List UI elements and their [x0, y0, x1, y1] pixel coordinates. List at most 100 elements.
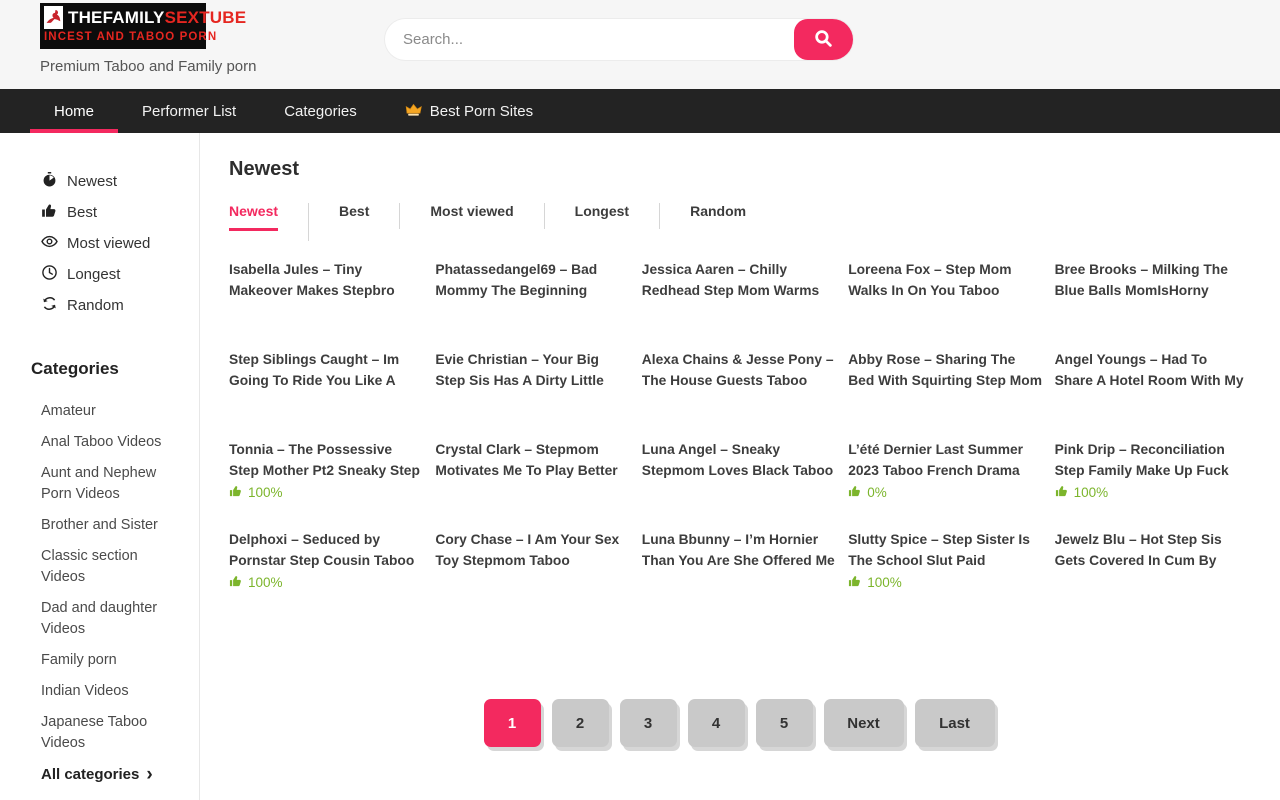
category-link-family-porn[interactable]: Family porn: [0, 650, 199, 671]
category-link-japanese-taboo[interactable]: Japanese Taboo Videos: [0, 712, 199, 754]
nav-item-best-porn-sites[interactable]: Best Porn Sites: [381, 89, 557, 133]
video-card: Evie Christian – Your Big Step Sis Has A…: [435, 349, 629, 439]
video-card: Luna Angel – Sneaky Stepmom Loves Black …: [642, 439, 836, 529]
tab-random[interactable]: Random: [690, 203, 776, 229]
video-title-link[interactable]: Delphoxi – Seduced by Pornstar Step Cous…: [229, 529, 423, 571]
thumb-up-icon: [848, 574, 862, 591]
logo-icon: [44, 6, 63, 29]
category-link-anal-taboo[interactable]: Anal Taboo Videos: [0, 432, 199, 453]
all-categories-link[interactable]: All categories ›: [0, 766, 199, 783]
category-link-indian[interactable]: Indian Videos: [0, 681, 199, 702]
tab-newest[interactable]: Newest: [229, 203, 309, 241]
sidebar-item-most-viewed[interactable]: Most viewed: [0, 228, 199, 259]
search-input[interactable]: [385, 19, 794, 60]
video-card: L’été Dernier Last Summer 2023 Taboo Fre…: [848, 439, 1042, 529]
video-card: Isabella Jules – Tiny Makeover Makes Ste…: [229, 259, 423, 349]
clock-icon: [41, 264, 58, 285]
rating-badge: 100%: [229, 484, 423, 501]
video-title-link[interactable]: Crystal Clark – Stepmom Motivates Me To …: [435, 439, 629, 481]
video-grid: Isabella Jules – Tiny Makeover Makes Ste…: [229, 259, 1249, 619]
rating-badge: 100%: [848, 574, 1042, 591]
video-title-link[interactable]: Angel Youngs – Had To Share A Hotel Room…: [1055, 349, 1249, 391]
category-link-brother-sister[interactable]: Brother and Sister: [0, 515, 199, 536]
category-link-dad-daughter[interactable]: Dad and daughter Videos: [0, 598, 199, 640]
last-page-button[interactable]: Last: [915, 699, 995, 747]
thumb-up-icon: [1055, 484, 1069, 501]
thumb-up-icon: [229, 484, 243, 501]
video-title-link[interactable]: Luna Angel – Sneaky Stepmom Loves Black …: [642, 439, 836, 481]
video-title-link[interactable]: Pink Drip – Reconciliation Step Family M…: [1055, 439, 1249, 481]
page-button-1[interactable]: 1: [484, 699, 541, 747]
rating-badge: 100%: [1055, 484, 1249, 501]
nav-item-home[interactable]: Home: [30, 89, 118, 133]
page-button-2[interactable]: 2: [552, 699, 609, 747]
stopwatch-icon: [41, 171, 58, 192]
search-button[interactable]: [794, 19, 853, 60]
video-title-link[interactable]: Evie Christian – Your Big Step Sis Has A…: [435, 349, 629, 391]
video-title-link[interactable]: Phatassedangel69 – Bad Mommy The Beginni…: [435, 259, 629, 301]
video-card: Alexa Chains & Jesse Pony – The House Gu…: [642, 349, 836, 439]
nav-item-performer-list[interactable]: Performer List: [118, 89, 260, 133]
video-title-link[interactable]: Abby Rose – Sharing The Bed With Squirti…: [848, 349, 1042, 391]
video-card: Step Siblings Caught – Im Going To Ride …: [229, 349, 423, 439]
logo-title: THEFAMILYSEXTUBE: [68, 6, 246, 29]
next-page-button[interactable]: Next: [824, 699, 904, 747]
thumb-up-icon: [229, 574, 243, 591]
video-title-link[interactable]: Bree Brooks – Milking The Blue Balls Mom…: [1055, 259, 1249, 301]
video-title-link[interactable]: Cory Chase – I Am Your Sex Toy Stepmom T…: [435, 529, 629, 571]
page-title: Newest: [229, 158, 1249, 181]
sidebar: Newest Best Most viewed Longest Random: [0, 133, 200, 800]
video-title-link[interactable]: Isabella Jules – Tiny Makeover Makes Ste…: [229, 259, 423, 301]
tab-most-viewed[interactable]: Most viewed: [430, 203, 544, 229]
sidebar-item-longest[interactable]: Longest: [0, 259, 199, 290]
rating-badge: 100%: [229, 574, 423, 591]
video-title-link[interactable]: Step Siblings Caught – Im Going To Ride …: [229, 349, 423, 391]
video-title-link[interactable]: Tonnia – The Possessive Step Mother Pt2 …: [229, 439, 423, 481]
video-card: Loreena Fox – Step Mom Walks In On You T…: [848, 259, 1042, 349]
rating-badge: 0%: [848, 484, 1042, 501]
video-card: Delphoxi – Seduced by Pornstar Step Cous…: [229, 529, 423, 619]
sidebar-item-newest[interactable]: Newest: [0, 166, 199, 197]
video-card: Crystal Clark – Stepmom Motivates Me To …: [435, 439, 629, 529]
video-title-link[interactable]: Luna Bbunny – I’m Hornier Than You Are S…: [642, 529, 836, 571]
video-title-link[interactable]: Jewelz Blu – Hot Step Sis Gets Covered I…: [1055, 529, 1249, 571]
main-nav: Home Performer List Categories Best Porn…: [0, 89, 1280, 133]
site-logo[interactable]: THEFAMILYSEXTUBE INCEST AND TABOO PORN: [40, 3, 206, 49]
sidebar-item-best[interactable]: Best: [0, 197, 199, 228]
video-title-link[interactable]: Loreena Fox – Step Mom Walks In On You T…: [848, 259, 1042, 301]
video-card: Cory Chase – I Am Your Sex Toy Stepmom T…: [435, 529, 629, 619]
eye-icon: [41, 233, 58, 254]
pagination: 1 2 3 4 5 Next Last: [229, 699, 1249, 747]
logo-subtitle: INCEST AND TABOO PORN: [44, 31, 200, 43]
video-card: Pink Drip – Reconciliation Step Family M…: [1055, 439, 1249, 529]
page-button-4[interactable]: 4: [688, 699, 745, 747]
video-title-link[interactable]: Alexa Chains & Jesse Pony – The House Gu…: [642, 349, 836, 391]
video-card: Jessica Aaren – Chilly Redhead Step Mom …: [642, 259, 836, 349]
search-bar: [385, 19, 853, 60]
site-tagline: Premium Taboo and Family porn: [40, 58, 257, 75]
video-title-link[interactable]: Jessica Aaren – Chilly Redhead Step Mom …: [642, 259, 836, 301]
video-card: Phatassedangel69 – Bad Mommy The Beginni…: [435, 259, 629, 349]
video-card: Slutty Spice – Step Sister Is The School…: [848, 529, 1042, 619]
video-card: Tonnia – The Possessive Step Mother Pt2 …: [229, 439, 423, 529]
sidebar-item-random[interactable]: Random: [0, 290, 199, 321]
page-button-5[interactable]: 5: [756, 699, 813, 747]
video-title-link[interactable]: Slutty Spice – Step Sister Is The School…: [848, 529, 1042, 571]
video-card: Luna Bbunny – I’m Hornier Than You Are S…: [642, 529, 836, 619]
tab-best[interactable]: Best: [339, 203, 400, 229]
page-button-3[interactable]: 3: [620, 699, 677, 747]
sort-tabs: Newest Best Most viewed Longest Random: [229, 203, 1249, 241]
category-link-amateur[interactable]: Amateur: [0, 401, 199, 422]
video-card: Bree Brooks – Milking The Blue Balls Mom…: [1055, 259, 1249, 349]
thumb-up-icon: [41, 202, 58, 223]
category-link-classic[interactable]: Classic section Videos: [0, 546, 199, 588]
nav-item-categories[interactable]: Categories: [260, 89, 381, 133]
video-title-link[interactable]: L’été Dernier Last Summer 2023 Taboo Fre…: [848, 439, 1042, 481]
chevron-right-icon: ›: [146, 768, 152, 782]
search-icon: [814, 29, 833, 51]
category-link-aunt-nephew[interactable]: Aunt and Nephew Porn Videos: [0, 463, 199, 505]
categories-heading: Categories: [0, 359, 199, 379]
video-card: Jewelz Blu – Hot Step Sis Gets Covered I…: [1055, 529, 1249, 619]
tab-longest[interactable]: Longest: [575, 203, 660, 229]
crown-icon: [405, 101, 422, 122]
